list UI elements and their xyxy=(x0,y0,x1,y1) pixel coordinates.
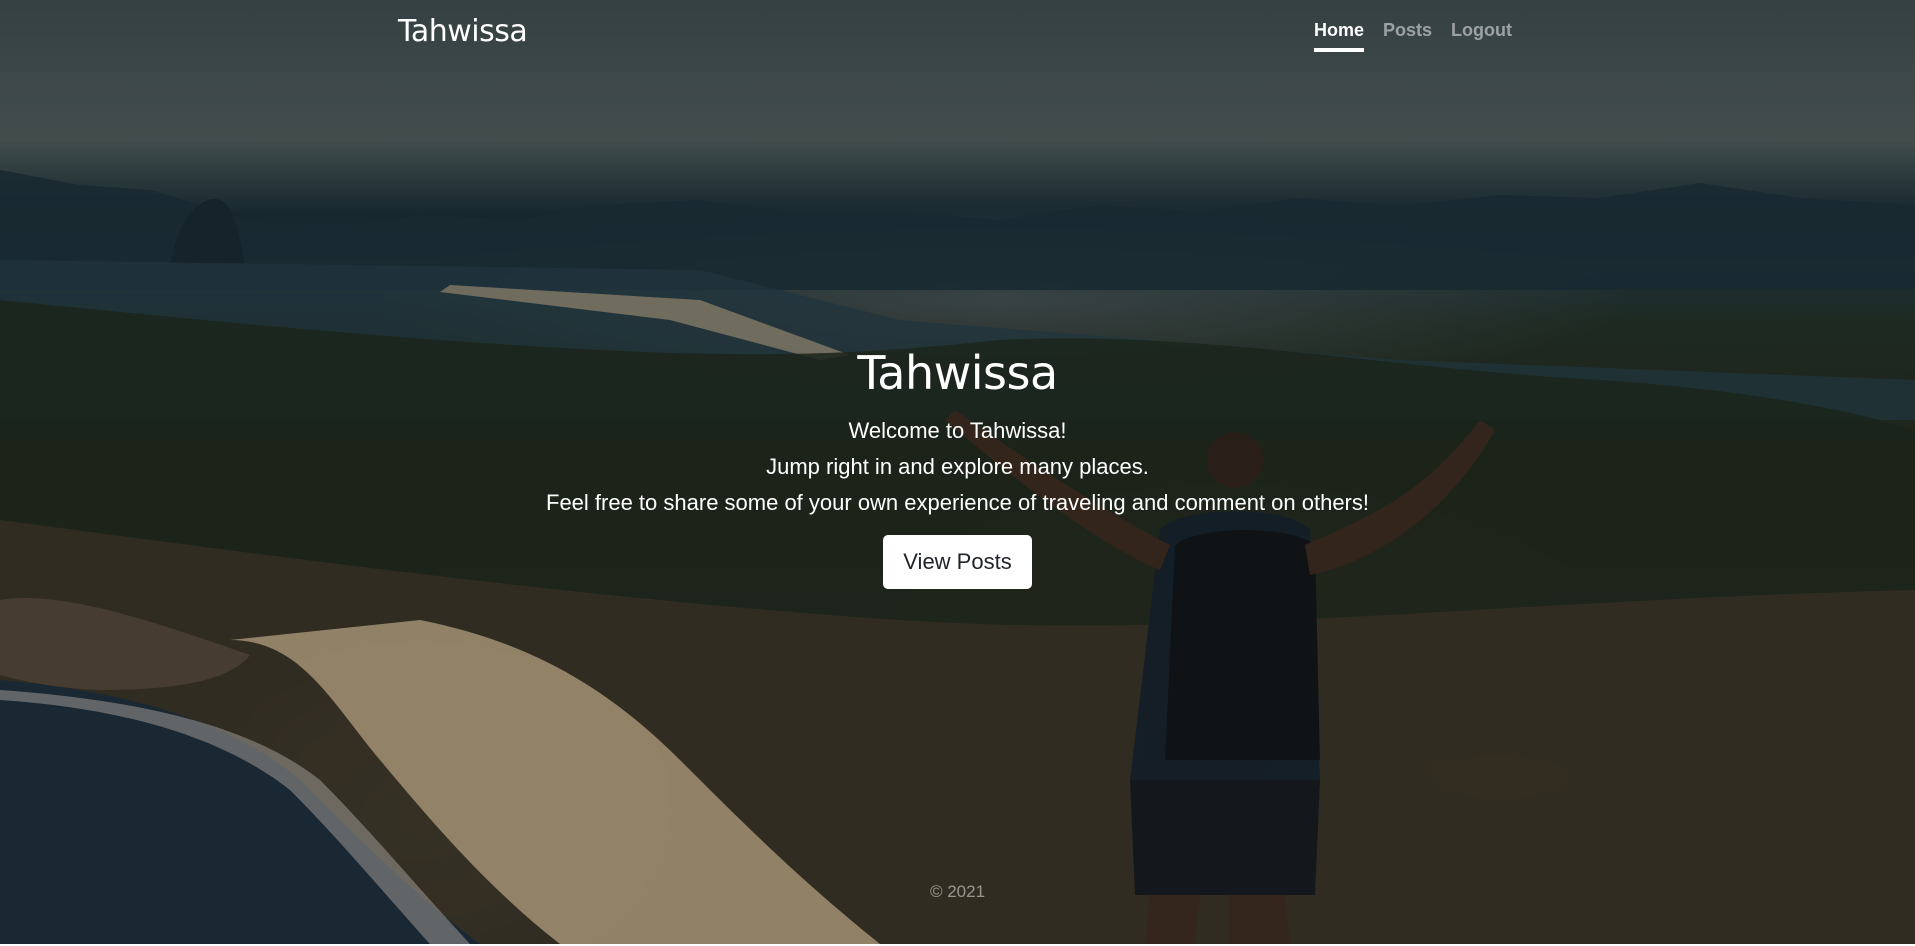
view-posts-button[interactable]: View Posts xyxy=(883,535,1032,589)
cover-heading: Tahwissa xyxy=(857,346,1058,400)
nav-posts-link[interactable]: Posts xyxy=(1383,20,1432,52)
explore-line: Jump right in and explore many places. xyxy=(766,454,1149,479)
cover-lead: Welcome to Tahwissa! Jump right in and e… xyxy=(0,413,1915,521)
welcome-line: Welcome to Tahwissa! xyxy=(848,418,1067,443)
cover-content: Tahwissa Welcome to Tahwissa! Jump right… xyxy=(0,343,1915,589)
nav-links: Home Posts Logout xyxy=(1313,20,1512,52)
hero-background: Tahwissa Home Posts Logout Tahwissa Welc… xyxy=(0,0,1915,944)
top-navbar: Tahwissa Home Posts Logout xyxy=(0,0,1915,66)
brand-logo[interactable]: Tahwissa xyxy=(398,14,528,49)
nav-logout-link[interactable]: Logout xyxy=(1451,20,1512,52)
nav-home-link[interactable]: Home xyxy=(1313,20,1364,52)
copyright-text: © 2021 xyxy=(929,882,986,901)
share-line: Feel free to share some of your own expe… xyxy=(546,490,1369,515)
footer: © 2021 xyxy=(0,882,1915,902)
